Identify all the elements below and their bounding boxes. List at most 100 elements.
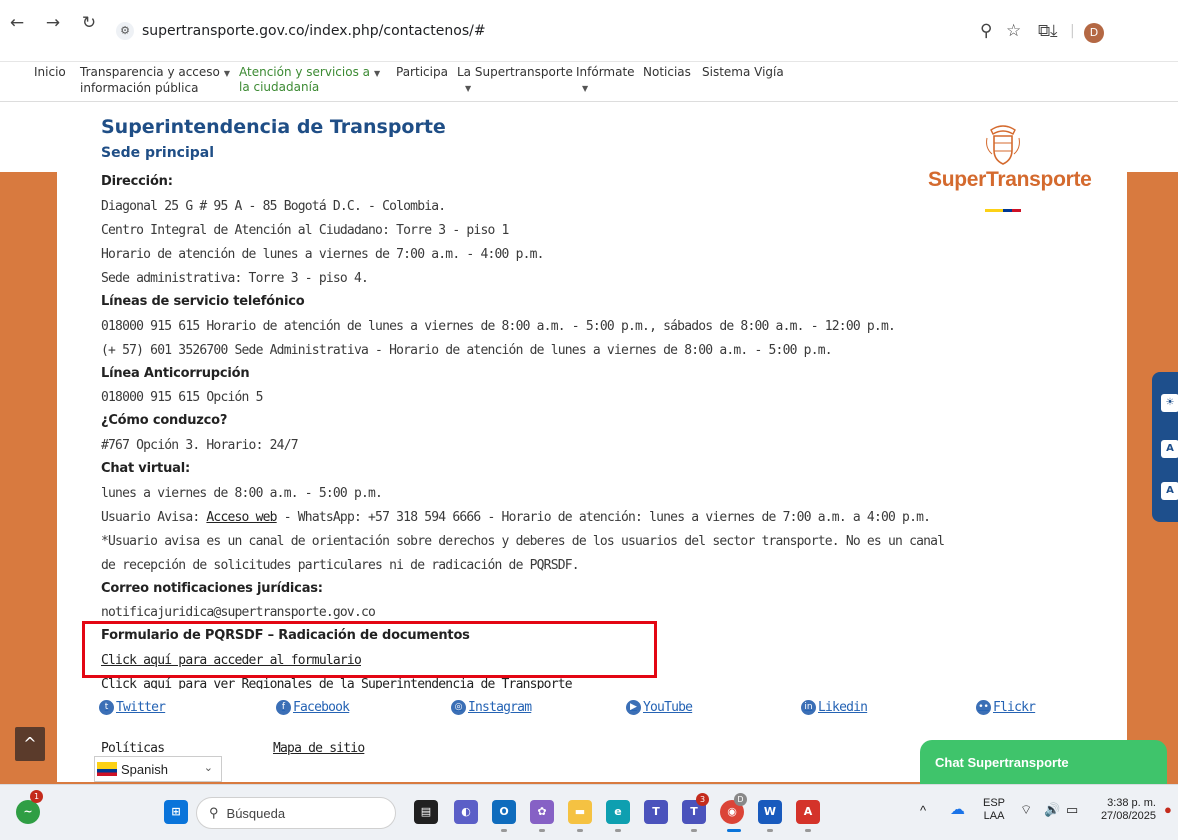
- running-indicator: [615, 829, 621, 832]
- flag-stripe-icon: [985, 209, 1021, 212]
- tray-expand-icon[interactable]: ^: [920, 804, 926, 817]
- anticorrupcion-line-1: 018000 915 615 Opción 5: [101, 390, 263, 405]
- running-indicator: [767, 829, 773, 832]
- running-indicator: [691, 829, 697, 832]
- nav-informate-label: Infórmate: [576, 65, 635, 79]
- usuario-avisa-prefix: Usuario Avisa:: [101, 510, 207, 525]
- address-bar[interactable]: ⚙ supertransporte.gov.co/index.php/conta…: [110, 16, 950, 46]
- file-explorer-icon[interactable]: ▬: [568, 800, 592, 824]
- battery-icon[interactable]: ▭: [1066, 803, 1078, 816]
- acceso-web-link[interactable]: Acceso web: [206, 510, 277, 525]
- windows-start-icon[interactable]: ⊞: [164, 800, 188, 824]
- instagram-label: Instagram: [468, 700, 532, 715]
- caret-down-icon: ▼: [465, 84, 472, 93]
- direccion-heading: Dirección:: [101, 174, 173, 189]
- forward-arrow-icon[interactable]: →: [42, 12, 64, 34]
- nav-atencion-line2: la ciudadanía: [239, 80, 320, 94]
- correo-line-1: notificajuridica@supertransporte.gov.co: [101, 605, 376, 620]
- instagram-icon: ◎: [451, 700, 466, 715]
- page-subtitle: Sede principal: [101, 145, 215, 161]
- search-placeholder: Búsqueda: [226, 805, 286, 821]
- wifi-icon[interactable]: ⌔: [1020, 803, 1032, 816]
- teams-icon[interactable]: T: [644, 800, 668, 824]
- nav-atencion-line1: Atención y servicios a: [239, 65, 370, 79]
- weather-widget-icon[interactable]: ~: [16, 800, 40, 824]
- direccion-line-1: Diagonal 25 G # 95 A - 85 Bogotá D.C. - …: [101, 199, 446, 214]
- zoom-icon[interactable]: ⚲: [980, 16, 992, 46]
- contrast-icon[interactable]: ☀: [1161, 394, 1178, 412]
- lineas-line-2: (+ 57) 601 3526700 Sede Administrativa -…: [101, 343, 833, 358]
- browser-chrome: ← → ↻ ⚙ supertransporte.gov.co/index.php…: [0, 0, 1178, 62]
- profile-avatar[interactable]: D: [1084, 23, 1104, 43]
- facebook-icon: f: [276, 700, 291, 715]
- facebook-label: Facebook: [293, 700, 350, 715]
- running-indicator: [501, 829, 507, 832]
- nav-transparencia-line2: información pública: [80, 81, 199, 95]
- divider: |: [1070, 23, 1075, 39]
- teams-badge: 3: [696, 793, 709, 806]
- nav-informate[interactable]: Infórmate ▼: [576, 65, 635, 96]
- chat-heading: Chat virtual:: [101, 461, 190, 476]
- download-icon[interactable]: ⤓: [1050, 16, 1058, 46]
- edge-icon[interactable]: e: [606, 800, 630, 824]
- taskbar-search[interactable]: ⚲ Búsqueda: [196, 797, 396, 829]
- instagram-link[interactable]: ◎ Instagram: [451, 700, 532, 715]
- nav-inicio[interactable]: Inicio: [34, 65, 66, 80]
- language-select[interactable]: Spanish ⌄: [94, 756, 222, 782]
- page-title: Superintendencia de Transporte: [101, 116, 446, 138]
- back-arrow-icon[interactable]: ←: [6, 12, 28, 34]
- usuario-avisa-suffix: - WhatsApp: +57 318 594 6666 - Horario d…: [276, 510, 931, 525]
- site-settings-icon[interactable]: ⚙: [116, 22, 134, 40]
- flickr-link[interactable]: •• Flickr: [976, 700, 1036, 715]
- font-increase-icon[interactable]: A: [1161, 482, 1178, 500]
- nav-sistema-vigia[interactable]: Sistema Vigía: [702, 65, 784, 80]
- outlook-icon[interactable]: O: [492, 800, 516, 824]
- keyboard-language[interactable]: ESP LAA: [983, 797, 1005, 823]
- copilot-icon[interactable]: ◐: [454, 800, 478, 824]
- supertransporte-logo: SuperTransporte: [928, 124, 1092, 214]
- running-indicator: [805, 829, 811, 832]
- direccion-line-4: Sede administrativa: Torre 3 - piso 4.: [101, 271, 369, 286]
- nav-transparencia[interactable]: Transparencia y acceso ▼ información públ…: [80, 65, 230, 96]
- regionales-link[interactable]: Click aquí para ver Regionales de la Sup…: [101, 677, 572, 689]
- nav-participa[interactable]: Participa: [396, 65, 448, 80]
- linkedin-link[interactable]: in Likedin: [801, 700, 868, 715]
- taskbar: ~ 1 ⊞ ⚲ Búsqueda ▤ ◐ O ✿ ▬ e T T 3 ◉ D W…: [0, 784, 1178, 840]
- conduzco-line-1: #767 Opción 3. Horario: 24/7: [101, 438, 299, 453]
- extensions-icon[interactable]: ⧉: [1038, 16, 1050, 46]
- youtube-link[interactable]: ▶ YouTube: [626, 700, 693, 715]
- youtube-label: YouTube: [643, 700, 693, 715]
- nav-atencion[interactable]: Atención y servicios a la ciudadanía: [239, 65, 370, 95]
- url-text: supertransporte.gov.co/index.php/contact…: [142, 23, 486, 39]
- onedrive-icon[interactable]: ☁: [950, 802, 965, 817]
- caret-down-icon[interactable]: ▼: [370, 65, 380, 81]
- running-indicator: [577, 829, 583, 832]
- volume-icon[interactable]: 🔊: [1044, 803, 1060, 816]
- bookmark-star-icon[interactable]: ☆: [1006, 16, 1021, 46]
- direccion-line-2: Centro Integral de Atención al Ciudadano…: [101, 223, 509, 238]
- facebook-link[interactable]: f Facebook: [276, 700, 350, 715]
- word-icon[interactable]: W: [758, 800, 782, 824]
- mapa-sitio-link[interactable]: Mapa de sitio: [273, 741, 365, 756]
- nav-noticias[interactable]: Noticias: [643, 65, 691, 80]
- nav-transparencia-line1: Transparencia y acceso: [80, 65, 220, 79]
- accessibility-widget: ☀ A A: [1152, 372, 1178, 522]
- clock[interactable]: 3:38 p. m. 27/08/2025: [1096, 797, 1156, 823]
- reload-icon[interactable]: ↻: [78, 12, 100, 34]
- notification-bell-icon[interactable]: ●: [1164, 803, 1172, 816]
- task-view-icon[interactable]: ▤: [414, 800, 438, 824]
- photos-icon[interactable]: ✿: [530, 800, 554, 824]
- nav-la-supertransporte[interactable]: La Supertransporte ▼: [457, 65, 573, 96]
- chat-widget-button[interactable]: Chat Supertransporte: [920, 740, 1167, 784]
- colombia-flag-icon: [97, 762, 117, 776]
- anticorrupcion-heading: Línea Anticorrupción: [101, 366, 250, 381]
- acrobat-icon[interactable]: A: [796, 800, 820, 824]
- back-to-top-button[interactable]: ^: [15, 727, 45, 761]
- twitter-link[interactable]: t Twitter: [99, 700, 166, 715]
- font-decrease-icon[interactable]: A: [1161, 440, 1178, 458]
- caret-down-icon: ▼: [223, 69, 231, 78]
- site-navigation: Inicio Transparencia y acceso ▼ informaci…: [0, 62, 1178, 102]
- politicas-link[interactable]: Políticas: [101, 741, 165, 756]
- youtube-icon: ▶: [626, 700, 641, 715]
- logo-flag-stripe: [985, 197, 1021, 212]
